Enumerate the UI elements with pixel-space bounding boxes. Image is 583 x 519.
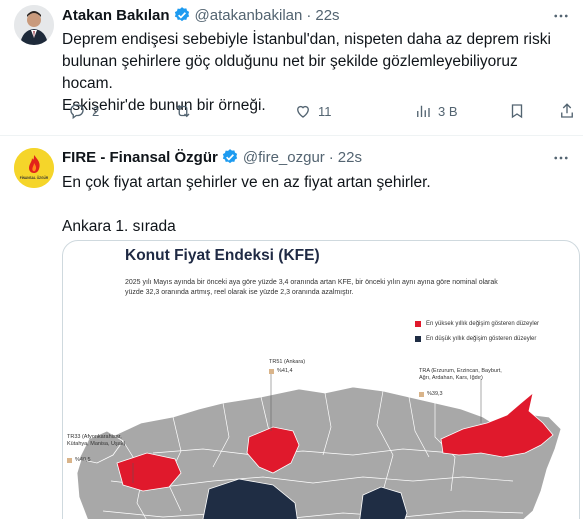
separator-dot: ·: [306, 6, 312, 24]
infographic-title: Konut Fiyat Endeksi (KFE): [125, 247, 320, 264]
region-value: %40,5: [75, 457, 91, 463]
author-name[interactable]: FIRE - Finansal Özgür: [62, 149, 218, 166]
bookmark-icon: [511, 104, 523, 119]
tweet-text: En çok fiyat artan şehirler ve en az fiy…: [62, 174, 431, 235]
legend-swatch-high: [415, 321, 421, 327]
region-name: TR33 (Afyonkarahisar, Kütahya, Manisa, U…: [67, 434, 126, 447]
avatar-logo-text: FİNANSAL ÖZGÜR: [20, 175, 49, 180]
like-button[interactable]: 11: [294, 102, 332, 120]
verified-badge-icon: [173, 6, 191, 24]
avatar[interactable]: [14, 5, 54, 45]
legend-low-label: En düşük yıllık değişim gösteren düzeyle…: [426, 336, 537, 342]
share-button[interactable]: [558, 102, 582, 120]
reply-button[interactable]: 2: [68, 102, 99, 120]
verified-badge-icon: [221, 148, 239, 166]
region-name: TR51 (Ankara): [269, 359, 306, 365]
infographic-description: 2025 yılı Mayıs ayında bir önceki aya gö…: [125, 279, 498, 296]
region-label-tr33: TR33 (Afyonkarahisar, Kütahya, Manisa, U…: [67, 427, 125, 471]
reply-count: 2: [92, 103, 100, 119]
author-handle[interactable]: @fire_ozgur: [243, 149, 325, 166]
tweet[interactable]: FİNANSAL ÖZGÜR FIRE - Finansal Özgür @fi…: [0, 136, 583, 519]
avatar[interactable]: FİNANSAL ÖZGÜR: [14, 148, 54, 188]
region-value: %41,4: [277, 368, 293, 374]
tweet-actions: 2 11 3 B: [62, 99, 576, 123]
tweet[interactable]: Atakan Bakılan @atakanbakilan · 22s Depr…: [0, 0, 583, 136]
region-label-tra: TRA (Erzurum, Erzincan, Bayburt, Ağrı, A…: [419, 361, 502, 405]
timestamp[interactable]: 22s: [338, 149, 362, 166]
infographic-image[interactable]: Konut Fiyat Endeksi (KFE) 2025 yılı Mayı…: [62, 240, 580, 519]
views-count: 3 B: [438, 103, 458, 119]
views-button[interactable]: 3 B: [414, 102, 458, 120]
more-options-icon[interactable]: [551, 148, 571, 168]
views-chart-icon: [417, 105, 430, 117]
separator-dot: ·: [328, 148, 334, 166]
legend-swatch-low: [415, 336, 421, 342]
like-count: 11: [318, 103, 332, 119]
region-value: %39,3: [427, 391, 443, 397]
bookmark-button[interactable]: [508, 102, 532, 120]
author-name[interactable]: Atakan Bakılan: [62, 7, 170, 24]
retweet-button[interactable]: [174, 102, 198, 120]
author-handle[interactable]: @atakanbakilan: [195, 7, 303, 24]
legend-high-label: En yüksek yıllık değişim gösteren düzeyl…: [426, 321, 540, 327]
heart-icon: [297, 105, 309, 118]
map-legend: En yüksek yıllık değişim gösteren düzeyl…: [415, 321, 539, 351]
region-label-ankara: TR51 (Ankara) %41,4: [269, 359, 305, 375]
reply-icon: [70, 104, 84, 120]
more-options-icon[interactable]: [551, 6, 571, 26]
retweet-icon: [176, 104, 190, 118]
timestamp[interactable]: 22s: [315, 7, 339, 24]
share-icon: [561, 103, 573, 118]
region-name: TRA (Erzurum, Erzincan, Bayburt, Ağrı, A…: [419, 368, 502, 381]
